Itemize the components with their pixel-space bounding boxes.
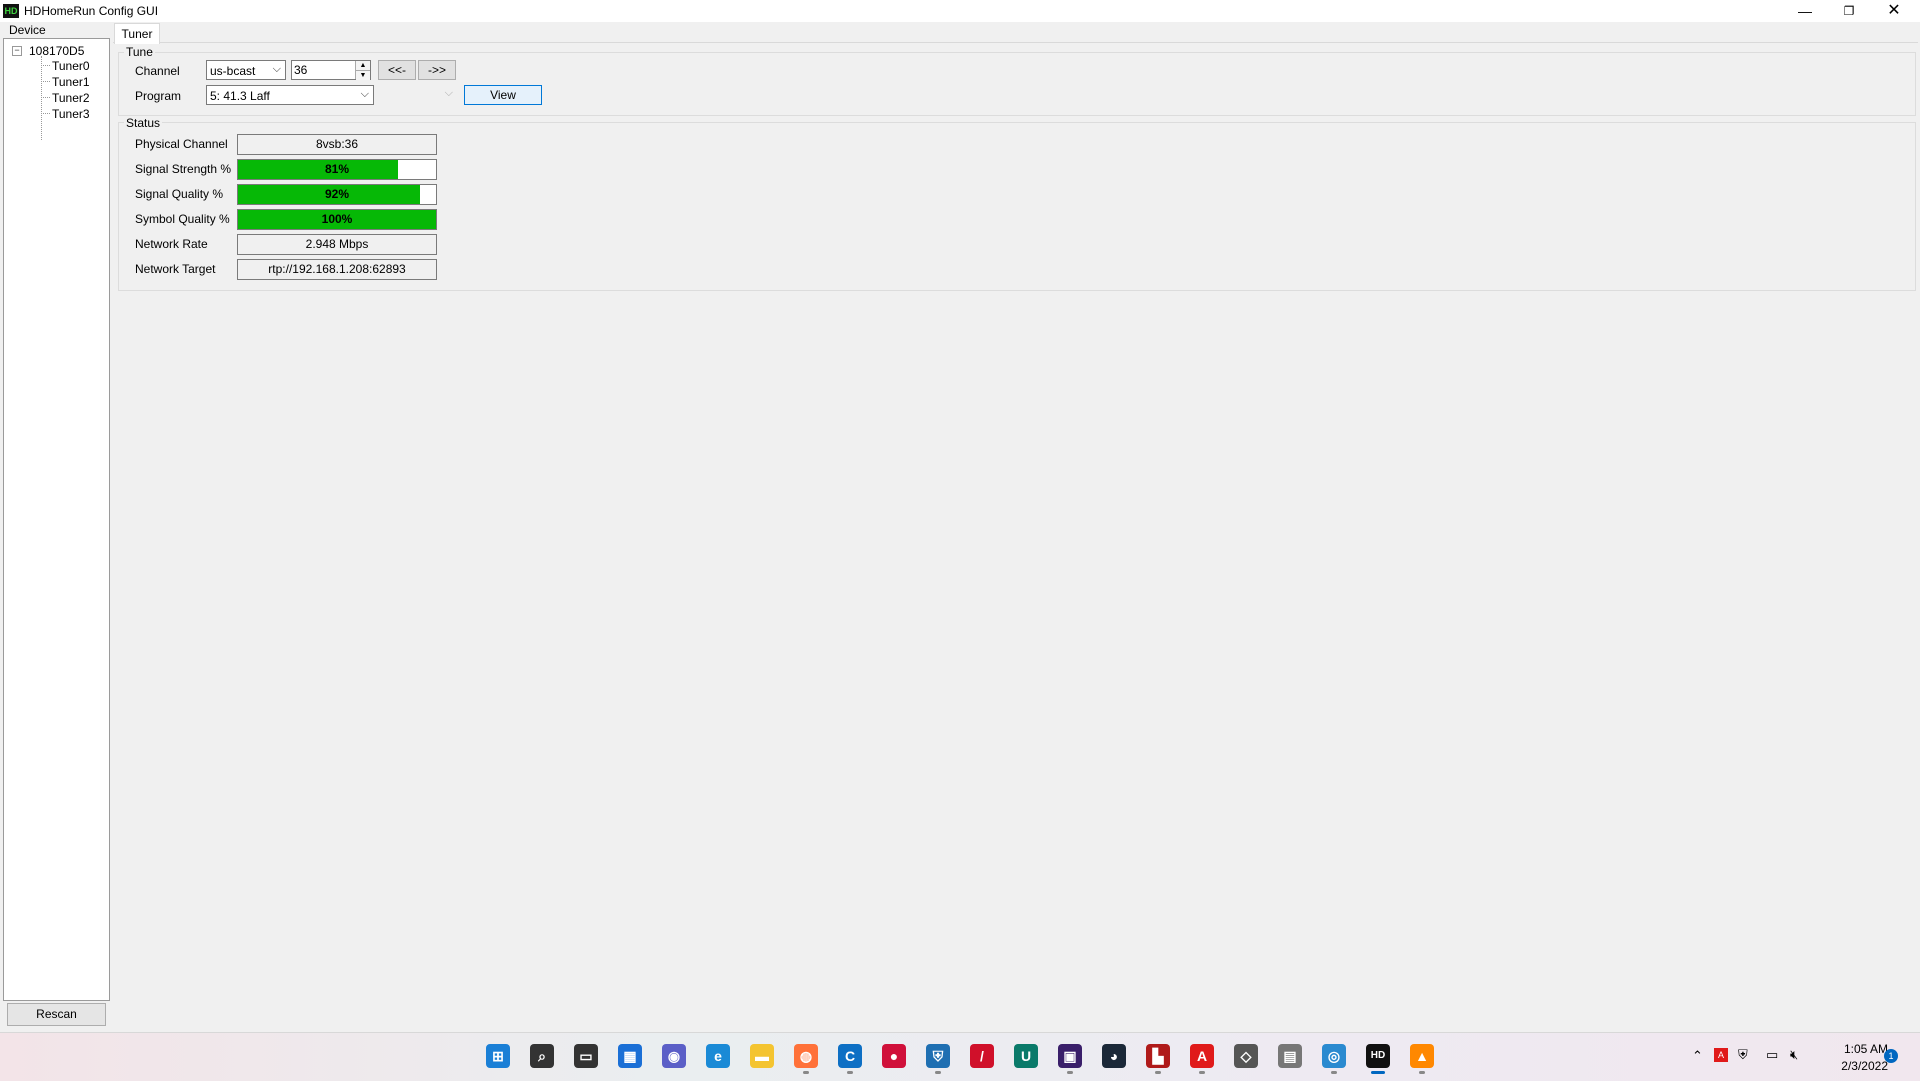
- physical-channel-label: Physical Channel: [135, 137, 228, 151]
- media-app-icon[interactable]: /: [970, 1044, 994, 1068]
- tray-overflow-chevron-icon[interactable]: ⌃: [1692, 1048, 1703, 1064]
- running-indicator: [803, 1071, 809, 1074]
- next-channel-button[interactable]: ->>: [418, 60, 456, 80]
- shield-app-icon[interactable]: ⛨: [926, 1044, 950, 1068]
- app-u-icon[interactable]: U: [1014, 1044, 1038, 1068]
- chevron-down-icon: ⌵: [360, 88, 369, 100]
- tree-item-device[interactable]: 108170D5: [29, 44, 84, 58]
- hdhomerun-app-icon: HD: [3, 4, 19, 18]
- signal-quality-text: 92%: [324, 187, 350, 201]
- network-target-label: Network Target: [135, 262, 216, 276]
- tree-item-tuner3[interactable]: Tuner3: [52, 107, 90, 121]
- previous-channel-button[interactable]: <<-: [378, 60, 416, 80]
- channel-map-value: us-bcast: [210, 64, 256, 78]
- camera-app-icon[interactable]: ●: [882, 1044, 906, 1068]
- taskbar: [0, 1032, 1920, 1081]
- clock-date[interactable]: 2/3/2022: [1828, 1059, 1888, 1073]
- device-panel-label: Device: [9, 23, 46, 37]
- vlc-icon[interactable]: ▲: [1410, 1044, 1434, 1068]
- channel-number-spinner[interactable]: ▲ ▼: [291, 60, 371, 80]
- tree-collapse-toggle[interactable]: −: [12, 46, 22, 56]
- program-value: 5: 41.3 Laff: [210, 89, 270, 103]
- tree-connector: [41, 56, 42, 140]
- file-explorer-icon[interactable]: ▬: [750, 1044, 774, 1068]
- rescan-button[interactable]: Rescan: [7, 1003, 106, 1026]
- program-label: Program: [135, 89, 182, 103]
- calendar-app-icon[interactable]: ▤: [1278, 1044, 1302, 1068]
- device-tree[interactable]: − 108170D5 Tuner0 Tuner1 Tuner2 Tuner3: [3, 38, 110, 1001]
- physical-channel-value: 8vsb:36: [237, 134, 437, 155]
- layers-app-icon[interactable]: ◇: [1234, 1044, 1258, 1068]
- signal-strength-text: 81%: [324, 162, 350, 176]
- spin-down-icon[interactable]: ▼: [356, 71, 370, 80]
- signal-strength-label: Signal Strength %: [135, 162, 232, 176]
- running-indicator: [1419, 1071, 1425, 1074]
- task-view-icon[interactable]: ▭: [574, 1044, 598, 1068]
- signal-strength-bar: 81%: [237, 159, 437, 180]
- active-app-indicator: [1371, 1071, 1385, 1074]
- network-rate-value: 2.948 Mbps: [237, 234, 437, 255]
- network-target-value: rtp://192.168.1.208:62893: [237, 259, 437, 280]
- symbol-quality-bar: 100%: [237, 209, 437, 230]
- running-indicator: [1331, 1071, 1337, 1074]
- globe-app-icon[interactable]: ◎: [1322, 1044, 1346, 1068]
- search-icon[interactable]: ⌕: [530, 1044, 554, 1068]
- channel-label: Channel: [135, 64, 180, 78]
- status-group-title: Status: [124, 116, 163, 130]
- chevron-down-icon: ⌵: [444, 87, 453, 99]
- tree-connector: [41, 97, 50, 98]
- signal-quality-bar: 92%: [237, 184, 437, 205]
- tree-item-tuner0[interactable]: Tuner0: [52, 59, 90, 73]
- tab-strip-line: [113, 42, 1918, 43]
- truck-app-icon[interactable]: ▙: [1146, 1044, 1170, 1068]
- symbol-quality-label: Symbol Quality %: [135, 212, 230, 226]
- tray-adobe-icon[interactable]: A: [1714, 1048, 1728, 1062]
- program-select[interactable]: 5: 41.3 Laff ⌵: [206, 85, 374, 105]
- running-indicator: [847, 1071, 853, 1074]
- tune-group-title: Tune: [124, 45, 155, 59]
- window-title: HDHomeRun Config GUI: [24, 4, 159, 18]
- notification-badge[interactable]: 1: [1884, 1049, 1898, 1063]
- running-indicator: [1067, 1071, 1073, 1074]
- steam-icon[interactable]: ◕: [1102, 1044, 1126, 1068]
- tree-connector: [41, 65, 50, 66]
- network-rate-label: Network Rate: [135, 237, 208, 251]
- start-icon[interactable]: ⊞: [486, 1044, 510, 1068]
- running-indicator: [1155, 1071, 1161, 1074]
- hdhomerun-icon[interactable]: HD: [1366, 1044, 1390, 1068]
- chevron-down-icon: ⌵: [272, 63, 281, 75]
- video-editor-icon[interactable]: ▣: [1058, 1044, 1082, 1068]
- tree-item-tuner2[interactable]: Tuner2: [52, 91, 90, 105]
- tab-tuner[interactable]: Tuner: [114, 23, 160, 44]
- tree-connector: [41, 81, 50, 82]
- tree-item-tuner1[interactable]: Tuner1: [52, 75, 90, 89]
- channel-map-select[interactable]: us-bcast ⌵: [206, 60, 286, 80]
- spin-up-icon[interactable]: ▲: [356, 61, 370, 71]
- spinner-buttons: ▲ ▼: [355, 61, 370, 80]
- widgets-icon[interactable]: ▦: [618, 1044, 642, 1068]
- channel-number-input[interactable]: [294, 62, 354, 78]
- app-c-icon[interactable]: C: [838, 1044, 862, 1068]
- tray-security-icon[interactable]: ⛨: [1738, 1047, 1748, 1063]
- network-icon[interactable]: ▭: [1766, 1047, 1778, 1063]
- running-indicator: [935, 1071, 941, 1074]
- teams-chat-icon[interactable]: ◉: [662, 1044, 686, 1068]
- secondary-select: ⌵: [377, 85, 457, 105]
- signal-quality-label: Signal Quality %: [135, 187, 224, 201]
- symbol-quality-text: 100%: [321, 212, 353, 226]
- clock-time[interactable]: 1:05 AM: [1828, 1042, 1888, 1056]
- tree-connector: [41, 113, 50, 114]
- running-indicator: [1199, 1071, 1205, 1074]
- volume-muted-icon[interactable]: 🔇︎: [1790, 1047, 1798, 1063]
- title-bar: HD HDHomeRun Config GUI — ❐ ✕: [0, 0, 1920, 22]
- close-button[interactable]: ✕: [1871, 0, 1917, 22]
- firefox-icon[interactable]: ◍: [794, 1044, 818, 1068]
- adobe-icon[interactable]: A: [1190, 1044, 1214, 1068]
- minimize-button[interactable]: —: [1782, 0, 1828, 22]
- view-button[interactable]: View: [464, 85, 542, 105]
- restore-button[interactable]: ❐: [1826, 0, 1872, 22]
- edge-icon[interactable]: e: [706, 1044, 730, 1068]
